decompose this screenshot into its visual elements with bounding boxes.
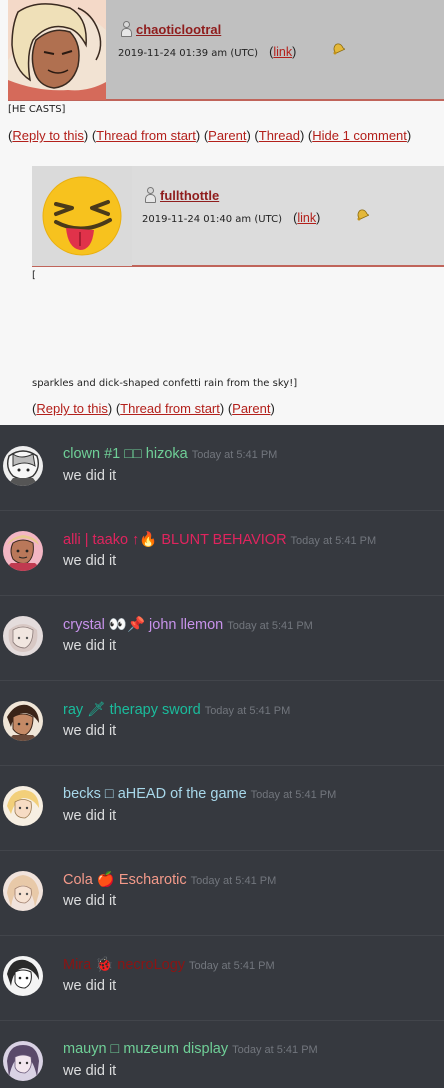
chat-message[interactable]: alli | taako ↑🔥 BLUNT BEHAVIOR Today at 5… [0,510,444,595]
thread-from-start-link[interactable]: Thread from start [120,401,220,416]
hide-comments-link[interactable]: Hide 1 comment [312,128,407,143]
message-text: we did it [63,638,117,654]
chat-message[interactable]: Mira 🐞 necroLogy Today at 5:41 PM we did … [0,935,444,1020]
comment-actions: (Reply to this) (Thread from start) (Par… [32,401,275,416]
comment-body: [HE CASTS] [8,104,66,115]
comment-thread: chaoticlootral 2019-11-24 01:39 am (UTC)… [0,0,444,425]
message-timestamp: Today at 5:41 PM [290,535,377,547]
message-header: ray 🗡 therapy sword Today at 5:41 PM [63,701,290,718]
chat-message[interactable]: becks □ aHEAD of the game Today at 5:41 P… [0,765,444,850]
chat-message[interactable]: ray 🗡 therapy sword Today at 5:41 PM we d… [0,680,444,765]
divider [0,510,444,511]
comment-permalink[interactable]: link [297,211,316,225]
parent-link[interactable]: Parent [208,128,246,143]
message-text: we did it [63,553,117,569]
message-header: Mira 🐞 necroLogy Today at 5:41 PM [63,956,275,973]
author-name[interactable]: clown #1 □□ hizoka [63,446,188,462]
user-icon[interactable] [120,21,133,37]
commenter-avatar[interactable] [32,166,132,266]
message-text: we did it [63,893,117,909]
author-name[interactable]: Mira 🐞 necroLogy [63,957,185,973]
username-link[interactable]: chaoticlootral [136,22,221,37]
author-name[interactable]: becks □ aHEAD of the game [63,786,247,802]
chat-message[interactable]: Cola 🍎 Escharotic Today at 5:41 PM we did… [0,850,444,935]
squinting-tongue-emoji-icon [32,166,132,266]
track-bell-icon[interactable] [355,208,369,222]
divider [0,595,444,596]
message-text: we did it [63,808,117,824]
message-text: we did it [63,468,117,484]
message-timestamp: Today at 5:41 PM [189,960,275,972]
username-row: chaoticlootral [120,21,221,37]
message-timestamp: Today at 5:41 PM [204,705,291,717]
commenter-avatar[interactable] [8,0,106,100]
author-name[interactable]: alli | taako ↑🔥 BLUNT BEHAVIOR [63,532,287,548]
user-avatar[interactable] [3,701,43,741]
message-text: we did it [63,723,117,739]
message-timestamp: Today at 5:41 PM [190,875,277,887]
chat-message[interactable]: crystal 👀📌 john llemon Today at 5:41 PM w… [0,595,444,680]
author-name[interactable]: mauyn □ muzeum display [63,1041,228,1057]
comment-permalink[interactable]: link [273,45,292,59]
user-icon[interactable] [144,187,157,203]
divider [0,935,444,936]
comment-body-close: sparkles and dick-shaped confetti rain f… [32,378,298,389]
divider [0,850,444,851]
user-avatar[interactable] [3,531,43,571]
comment-timestamp-row: 2019-11-24 01:40 am (UTC) (link) [142,211,321,225]
message-timestamp: Today at 5:41 PM [227,620,313,632]
username-link[interactable]: fullthottle [160,188,219,203]
divider [8,100,444,101]
comment-timestamp-row: 2019-11-24 01:39 am (UTC) (link) [118,45,297,59]
message-header: clown #1 □□ hizoka Today at 5:41 PM [63,446,277,462]
thread-link[interactable]: Thread [259,128,300,143]
user-avatar[interactable] [3,616,43,656]
user-avatar[interactable] [3,1041,43,1081]
reply-link[interactable]: Reply to this [36,401,108,416]
comment-timestamp: 2019-11-24 01:39 am (UTC) [118,48,258,59]
comment-actions: (Reply to this) (Thread from start) (Par… [8,128,412,143]
author-name[interactable]: ray 🗡 therapy sword [63,702,201,718]
chat-log: clown #1 □□ hizoka Today at 5:41 PM we di… [0,425,444,1088]
chat-message[interactable]: mauyn □ muzeum display Today at 5:41 PM w… [0,1020,444,1088]
comment-header: chaoticlootral 2019-11-24 01:39 am (UTC)… [106,0,444,100]
divider [32,266,444,267]
user-avatar[interactable] [3,786,43,826]
thread-from-start-link[interactable]: Thread from start [96,128,196,143]
user-avatar[interactable] [3,446,43,486]
comment-header: fullthottle 2019-11-24 01:40 am (UTC) (l… [132,166,444,266]
message-text: we did it [63,978,117,994]
message-header: mauyn □ muzeum display Today at 5:41 PM [63,1041,318,1057]
chat-message[interactable]: clown #1 □□ hizoka Today at 5:41 PM we di… [0,425,444,510]
track-bell-icon[interactable] [331,42,345,56]
parent-link[interactable]: Parent [232,401,270,416]
reply-link[interactable]: Reply to this [12,128,84,143]
message-timestamp: Today at 5:41 PM [232,1044,318,1056]
message-header: becks □ aHEAD of the game Today at 5:41 P… [63,786,336,802]
author-name[interactable]: crystal 👀📌 john llemon [63,617,223,633]
message-header: alli | taako ↑🔥 BLUNT BEHAVIOR Today at 5… [63,531,376,548]
comment-timestamp: 2019-11-24 01:40 am (UTC) [142,214,282,225]
divider [0,680,444,681]
comment-body-open: [ [32,270,36,281]
message-header: Cola 🍎 Escharotic Today at 5:41 PM [63,871,276,888]
message-header: crystal 👀📌 john llemon Today at 5:41 PM [63,616,313,633]
message-timestamp: Today at 5:41 PM [191,449,278,461]
username-row: fullthottle [144,187,219,203]
message-text: we did it [63,1063,117,1079]
author-name[interactable]: Cola 🍎 Escharotic [63,872,187,888]
divider [0,765,444,766]
user-avatar[interactable] [3,871,43,911]
message-timestamp: Today at 5:41 PM [250,789,337,801]
user-avatar[interactable] [3,956,43,996]
divider [0,1020,444,1021]
